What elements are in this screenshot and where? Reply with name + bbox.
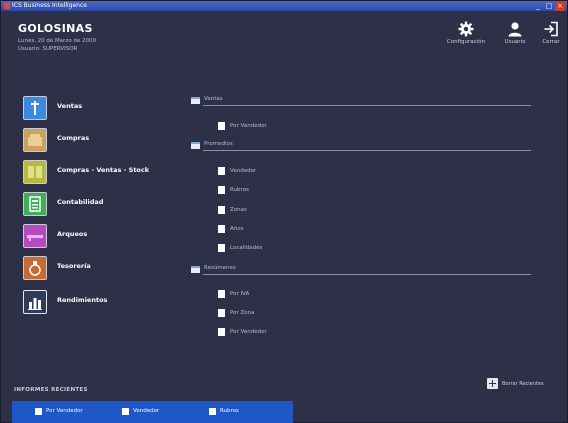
menu-item-arqueos[interactable]: Arqueos	[23, 224, 163, 248]
report-label: Vendedor	[230, 168, 257, 174]
menu-item-tesoreria[interactable]: Tesorería	[23, 256, 163, 280]
cash-count-icon	[23, 224, 47, 248]
user-label: Usuario	[504, 39, 526, 45]
settings-button[interactable]: Configuración	[443, 21, 489, 61]
report-icon	[218, 122, 225, 130]
recent-reports-title: INFORMES RECIENTES	[14, 387, 88, 393]
report-icon	[209, 408, 216, 415]
report-icon	[122, 408, 129, 415]
report-label: Rubros	[230, 187, 249, 193]
treasury-icon	[23, 256, 47, 280]
accounting-icon	[23, 192, 47, 216]
exit-button[interactable]: Cerrar	[537, 21, 565, 61]
user-icon	[508, 22, 522, 37]
menu-label-tesoreria: Tesorería	[57, 262, 91, 270]
menu-label-rendimientos: Rendimientos	[57, 296, 108, 304]
group-title: Ventas	[204, 96, 223, 102]
stock-icon	[23, 160, 47, 184]
minimize-button[interactable]: _	[533, 1, 543, 11]
group-divider	[203, 150, 531, 151]
menu-label-contabilidad: Contabilidad	[57, 198, 104, 206]
report-label: Localidades	[230, 245, 263, 251]
report-icon	[218, 186, 225, 194]
title-bar: ICS Business Intelligence _ □ ×	[1, 1, 567, 11]
group-header-promedios[interactable]: Promedios	[191, 141, 531, 151]
report-icon	[218, 225, 225, 233]
sales-icon	[23, 96, 47, 120]
group-header-ventas[interactable]: Ventas	[191, 96, 531, 106]
report-icon	[218, 309, 225, 317]
folder-icon	[191, 97, 200, 104]
user-line: Usuario: SUPERVISOR	[18, 46, 78, 52]
exit-icon	[544, 21, 558, 37]
group-title: Promedios	[204, 141, 233, 147]
user-button[interactable]: Usuario	[499, 21, 531, 61]
report-label: Por Vendedor	[230, 329, 267, 335]
add-icon	[487, 378, 498, 389]
close-window-button[interactable]: ×	[555, 1, 565, 11]
group-header-resumenes[interactable]: Resúmenes	[191, 265, 531, 275]
group-divider	[203, 105, 531, 106]
report-icon	[35, 408, 42, 415]
maximize-button[interactable]: □	[544, 1, 554, 11]
report-label: Años	[230, 226, 244, 232]
recent-item-label: Vendedor	[133, 408, 160, 414]
clear-recent-label: Borrar Recientes	[502, 381, 544, 387]
company-name: GOLOSINAS	[18, 22, 93, 35]
menu-item-contabilidad[interactable]: Contabilidad	[23, 192, 163, 216]
recent-item-label: Rubros	[220, 408, 239, 414]
report-label: Por Vendedor	[230, 123, 267, 129]
header: GOLOSINAS Lunes, 20 de Marzo de 2000 Usu…	[1, 11, 567, 66]
window-title: ICS Business Intelligence	[12, 2, 87, 9]
app-window: ICS Business Intelligence _ □ × GOLOSINA…	[0, 0, 568, 423]
menu-label-ventas: Ventas	[57, 102, 83, 110]
group-title: Resúmenes	[204, 265, 236, 271]
settings-label: Configuración	[446, 39, 486, 45]
menu-item-compras[interactable]: Compras	[23, 128, 163, 152]
group-divider	[203, 274, 531, 275]
menu-label-compras: Compras	[57, 134, 90, 142]
report-icon	[218, 244, 225, 252]
app-logo-icon	[4, 3, 10, 9]
menu-item-rendimientos[interactable]: Rendimientos	[23, 290, 163, 314]
report-icon	[218, 167, 225, 175]
menu-item-ventas[interactable]: Ventas	[23, 96, 163, 120]
report-label: Por Zona	[230, 310, 255, 316]
folder-icon	[191, 266, 200, 273]
purchases-icon	[23, 128, 47, 152]
recent-item-label: Por Vendedor	[46, 408, 83, 414]
report-icon	[218, 290, 225, 298]
date-line: Lunes, 20 de Marzo de 2000	[18, 38, 97, 44]
menu-item-compras-ventas-stock[interactable]: Compras - Ventas - Stock	[23, 160, 163, 184]
menu-label-arqueos: Arqueos	[57, 230, 88, 238]
report-label: Zonas	[230, 207, 247, 213]
gear-icon	[458, 21, 474, 37]
report-label: Por IVA	[230, 291, 250, 297]
report-icon	[218, 206, 225, 214]
menu-label-compras-ventas-stock: Compras - Ventas - Stock	[57, 166, 150, 174]
performance-icon	[23, 290, 47, 314]
folder-icon	[191, 142, 200, 149]
exit-label: Cerrar	[542, 39, 560, 45]
report-icon	[218, 328, 225, 336]
